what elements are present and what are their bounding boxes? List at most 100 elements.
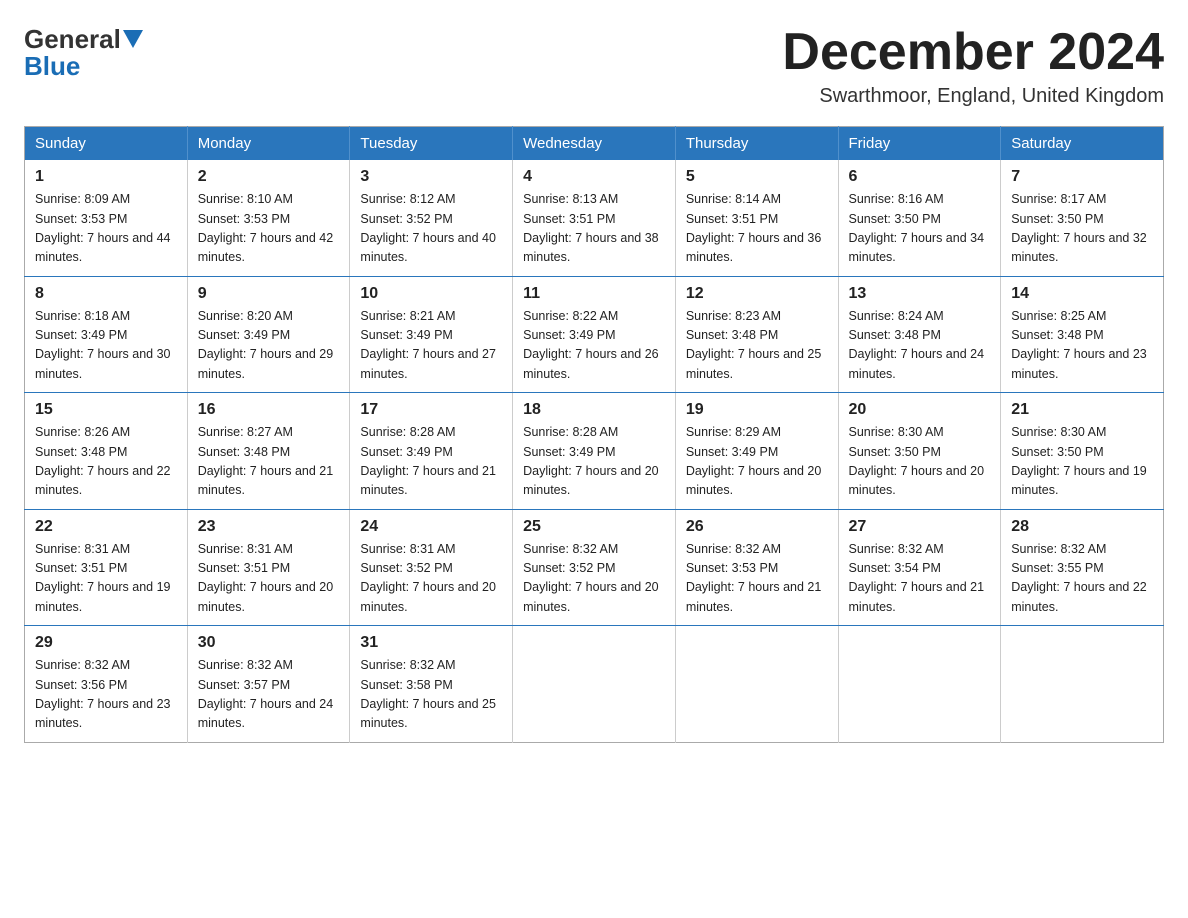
day-number: 16 — [198, 401, 340, 419]
day-info: Sunrise: 8:09 AMSunset: 3:53 PMDaylight:… — [35, 192, 171, 264]
calendar-cell: 16 Sunrise: 8:27 AMSunset: 3:48 PMDaylig… — [187, 393, 350, 510]
day-info: Sunrise: 8:32 AMSunset: 3:57 PMDaylight:… — [198, 658, 334, 730]
header-tuesday: Tuesday — [350, 127, 513, 161]
day-number: 6 — [849, 168, 991, 186]
calendar-header-row: Sunday Monday Tuesday Wednesday Thursday… — [25, 127, 1164, 161]
day-info: Sunrise: 8:31 AMSunset: 3:52 PMDaylight:… — [360, 542, 496, 614]
calendar-week-row: 1 Sunrise: 8:09 AMSunset: 3:53 PMDayligh… — [25, 160, 1164, 276]
day-info: Sunrise: 8:25 AMSunset: 3:48 PMDaylight:… — [1011, 309, 1147, 381]
calendar-week-row: 22 Sunrise: 8:31 AMSunset: 3:51 PMDaylig… — [25, 509, 1164, 626]
logo: General Blue — [24, 24, 143, 82]
day-number: 26 — [686, 518, 828, 536]
calendar-week-row: 15 Sunrise: 8:26 AMSunset: 3:48 PMDaylig… — [25, 393, 1164, 510]
calendar-cell: 22 Sunrise: 8:31 AMSunset: 3:51 PMDaylig… — [25, 509, 188, 626]
calendar-cell: 30 Sunrise: 8:32 AMSunset: 3:57 PMDaylig… — [187, 626, 350, 743]
calendar-cell: 19 Sunrise: 8:29 AMSunset: 3:49 PMDaylig… — [675, 393, 838, 510]
calendar-week-row: 8 Sunrise: 8:18 AMSunset: 3:49 PMDayligh… — [25, 276, 1164, 393]
calendar-cell: 21 Sunrise: 8:30 AMSunset: 3:50 PMDaylig… — [1001, 393, 1164, 510]
day-info: Sunrise: 8:32 AMSunset: 3:53 PMDaylight:… — [686, 542, 822, 614]
day-number: 7 — [1011, 168, 1153, 186]
calendar-cell: 10 Sunrise: 8:21 AMSunset: 3:49 PMDaylig… — [350, 276, 513, 393]
day-info: Sunrise: 8:17 AMSunset: 3:50 PMDaylight:… — [1011, 192, 1147, 264]
day-number: 8 — [35, 285, 177, 303]
location-subtitle: Swarthmoor, England, United Kingdom — [782, 85, 1164, 108]
day-number: 24 — [360, 518, 502, 536]
calendar-cell: 15 Sunrise: 8:26 AMSunset: 3:48 PMDaylig… — [25, 393, 188, 510]
day-number: 17 — [360, 401, 502, 419]
calendar-cell: 5 Sunrise: 8:14 AMSunset: 3:51 PMDayligh… — [675, 160, 838, 276]
day-info: Sunrise: 8:14 AMSunset: 3:51 PMDaylight:… — [686, 192, 822, 264]
header-wednesday: Wednesday — [513, 127, 676, 161]
day-info: Sunrise: 8:32 AMSunset: 3:56 PMDaylight:… — [35, 658, 171, 730]
day-info: Sunrise: 8:32 AMSunset: 3:54 PMDaylight:… — [849, 542, 985, 614]
day-info: Sunrise: 8:18 AMSunset: 3:49 PMDaylight:… — [35, 309, 171, 381]
calendar-cell: 13 Sunrise: 8:24 AMSunset: 3:48 PMDaylig… — [838, 276, 1001, 393]
day-number: 10 — [360, 285, 502, 303]
day-number: 13 — [849, 285, 991, 303]
calendar-cell: 3 Sunrise: 8:12 AMSunset: 3:52 PMDayligh… — [350, 160, 513, 276]
header-friday: Friday — [838, 127, 1001, 161]
calendar-cell — [513, 626, 676, 743]
calendar-cell: 25 Sunrise: 8:32 AMSunset: 3:52 PMDaylig… — [513, 509, 676, 626]
day-number: 2 — [198, 168, 340, 186]
day-info: Sunrise: 8:26 AMSunset: 3:48 PMDaylight:… — [35, 425, 171, 497]
header-thursday: Thursday — [675, 127, 838, 161]
calendar-cell: 17 Sunrise: 8:28 AMSunset: 3:49 PMDaylig… — [350, 393, 513, 510]
header-sunday: Sunday — [25, 127, 188, 161]
calendar-cell: 8 Sunrise: 8:18 AMSunset: 3:49 PMDayligh… — [25, 276, 188, 393]
calendar-cell: 12 Sunrise: 8:23 AMSunset: 3:48 PMDaylig… — [675, 276, 838, 393]
day-number: 22 — [35, 518, 177, 536]
day-info: Sunrise: 8:30 AMSunset: 3:50 PMDaylight:… — [1011, 425, 1147, 497]
calendar-cell: 20 Sunrise: 8:30 AMSunset: 3:50 PMDaylig… — [838, 393, 1001, 510]
day-number: 28 — [1011, 518, 1153, 536]
day-number: 31 — [360, 634, 502, 652]
calendar-cell — [838, 626, 1001, 743]
calendar-cell: 28 Sunrise: 8:32 AMSunset: 3:55 PMDaylig… — [1001, 509, 1164, 626]
calendar-cell: 29 Sunrise: 8:32 AMSunset: 3:56 PMDaylig… — [25, 626, 188, 743]
day-info: Sunrise: 8:13 AMSunset: 3:51 PMDaylight:… — [523, 192, 659, 264]
day-info: Sunrise: 8:29 AMSunset: 3:49 PMDaylight:… — [686, 425, 822, 497]
day-number: 4 — [523, 168, 665, 186]
day-info: Sunrise: 8:32 AMSunset: 3:58 PMDaylight:… — [360, 658, 496, 730]
logo-blue-text: Blue — [24, 51, 80, 81]
calendar-cell: 23 Sunrise: 8:31 AMSunset: 3:51 PMDaylig… — [187, 509, 350, 626]
calendar-cell: 6 Sunrise: 8:16 AMSunset: 3:50 PMDayligh… — [838, 160, 1001, 276]
day-number: 14 — [1011, 285, 1153, 303]
day-info: Sunrise: 8:30 AMSunset: 3:50 PMDaylight:… — [849, 425, 985, 497]
header: General Blue December 2024 Swarthmoor, E… — [24, 24, 1164, 108]
calendar-cell: 26 Sunrise: 8:32 AMSunset: 3:53 PMDaylig… — [675, 509, 838, 626]
calendar-cell: 31 Sunrise: 8:32 AMSunset: 3:58 PMDaylig… — [350, 626, 513, 743]
calendar-cell: 24 Sunrise: 8:31 AMSunset: 3:52 PMDaylig… — [350, 509, 513, 626]
day-info: Sunrise: 8:24 AMSunset: 3:48 PMDaylight:… — [849, 309, 985, 381]
day-number: 19 — [686, 401, 828, 419]
day-info: Sunrise: 8:21 AMSunset: 3:49 PMDaylight:… — [360, 309, 496, 381]
calendar-table: Sunday Monday Tuesday Wednesday Thursday… — [24, 126, 1164, 743]
calendar-week-row: 29 Sunrise: 8:32 AMSunset: 3:56 PMDaylig… — [25, 626, 1164, 743]
day-info: Sunrise: 8:22 AMSunset: 3:49 PMDaylight:… — [523, 309, 659, 381]
day-info: Sunrise: 8:31 AMSunset: 3:51 PMDaylight:… — [198, 542, 334, 614]
day-number: 18 — [523, 401, 665, 419]
calendar-cell: 4 Sunrise: 8:13 AMSunset: 3:51 PMDayligh… — [513, 160, 676, 276]
calendar-cell: 1 Sunrise: 8:09 AMSunset: 3:53 PMDayligh… — [25, 160, 188, 276]
title-area: December 2024 Swarthmoor, England, Unite… — [782, 24, 1164, 108]
calendar-cell — [1001, 626, 1164, 743]
day-number: 1 — [35, 168, 177, 186]
day-info: Sunrise: 8:10 AMSunset: 3:53 PMDaylight:… — [198, 192, 334, 264]
day-number: 15 — [35, 401, 177, 419]
day-number: 30 — [198, 634, 340, 652]
day-info: Sunrise: 8:32 AMSunset: 3:55 PMDaylight:… — [1011, 542, 1147, 614]
day-number: 11 — [523, 285, 665, 303]
day-info: Sunrise: 8:28 AMSunset: 3:49 PMDaylight:… — [523, 425, 659, 497]
day-info: Sunrise: 8:28 AMSunset: 3:49 PMDaylight:… — [360, 425, 496, 497]
day-info: Sunrise: 8:27 AMSunset: 3:48 PMDaylight:… — [198, 425, 334, 497]
header-saturday: Saturday — [1001, 127, 1164, 161]
day-number: 21 — [1011, 401, 1153, 419]
header-monday: Monday — [187, 127, 350, 161]
day-number: 12 — [686, 285, 828, 303]
day-number: 9 — [198, 285, 340, 303]
day-info: Sunrise: 8:16 AMSunset: 3:50 PMDaylight:… — [849, 192, 985, 264]
day-number: 27 — [849, 518, 991, 536]
day-number: 23 — [198, 518, 340, 536]
day-number: 25 — [523, 518, 665, 536]
calendar-cell: 14 Sunrise: 8:25 AMSunset: 3:48 PMDaylig… — [1001, 276, 1164, 393]
